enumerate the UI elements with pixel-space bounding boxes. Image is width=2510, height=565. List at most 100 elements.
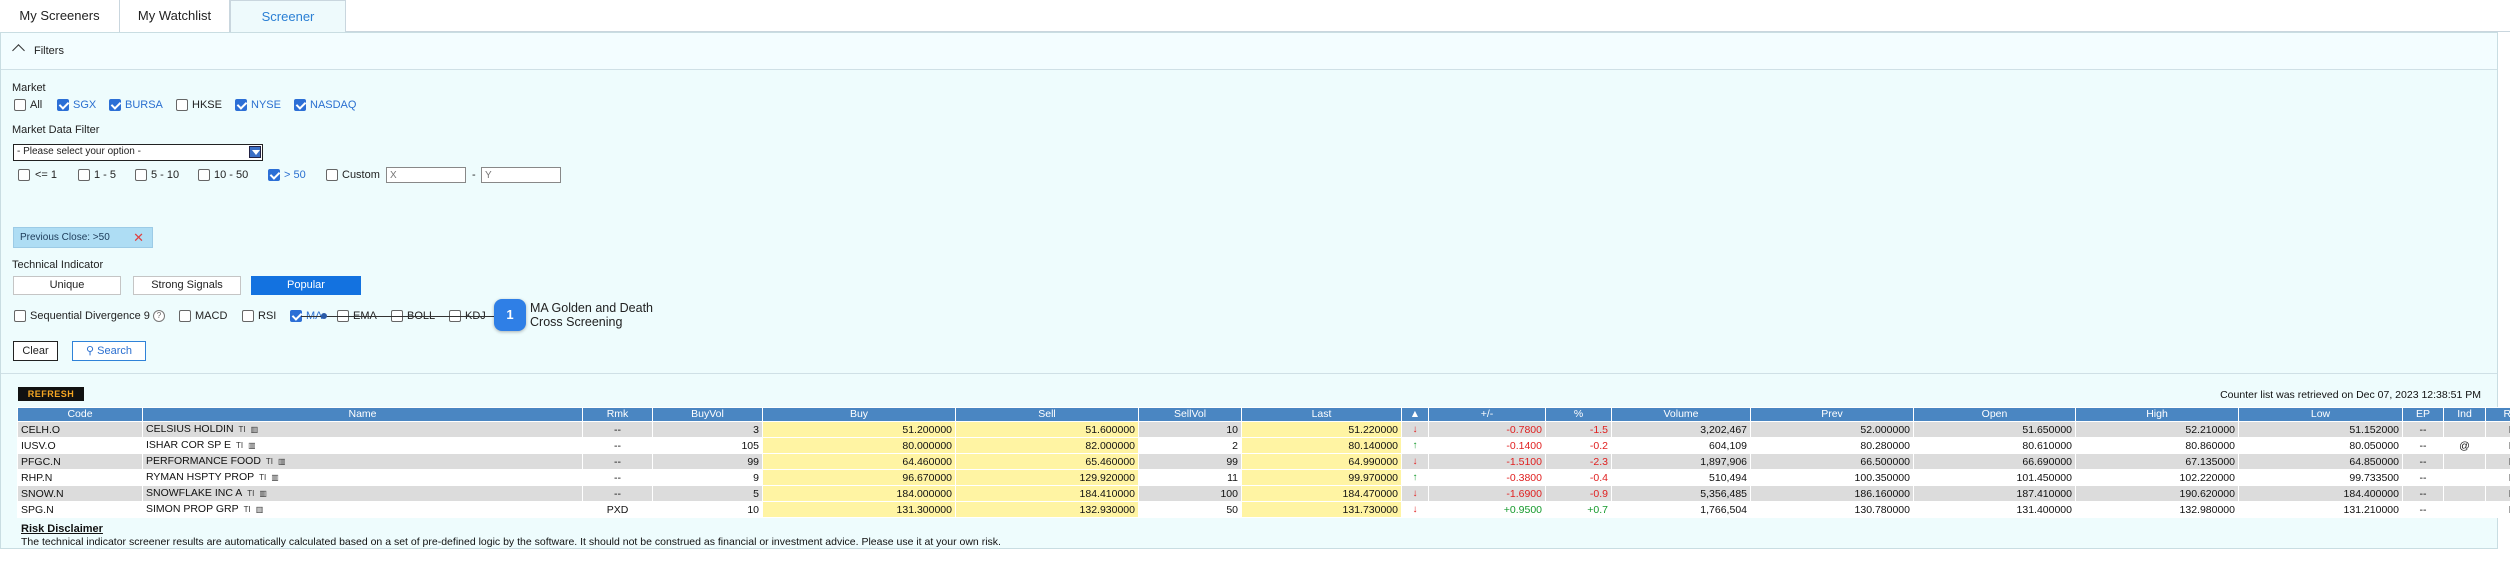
range-10-50-checkbox[interactable] — [198, 169, 210, 181]
chart-icon[interactable]: ▥ — [259, 487, 267, 501]
market-data-select-value: - Please select your option - — [17, 146, 141, 157]
market-nyse-checkbox[interactable] — [235, 99, 247, 111]
clear-button[interactable]: Clear — [13, 341, 58, 361]
filters-toggle[interactable]: Filters — [1, 33, 2497, 70]
col-high[interactable]: High — [2075, 407, 2239, 422]
cell-high: 132.980000 — [2075, 501, 2239, 518]
cell-code[interactable]: IUSV.O — [17, 437, 143, 454]
cell-sellvol: 10 — [1138, 421, 1242, 438]
table-row[interactable]: CELH.O CELSIUS HOLDIN TI ▥ -- 3 51.200000 51.60… — [17, 421, 2510, 438]
cell-sell: 129.920000 — [955, 469, 1139, 486]
chart-icon[interactable]: ▥ — [251, 423, 259, 437]
custom-range-dash: - — [472, 169, 476, 181]
market-data-select[interactable]: - Please select your option - — [13, 144, 263, 161]
market-sgx-checkbox[interactable] — [57, 99, 69, 111]
col-change[interactable]: +/- — [1428, 407, 1546, 422]
custom-y-input[interactable] — [481, 167, 561, 183]
close-icon[interactable]: ✕ — [133, 228, 144, 247]
cell-percent: -0.4 — [1545, 469, 1612, 486]
col-ep[interactable]: EP — [2402, 407, 2444, 422]
refresh-button[interactable]: REFRESH — [18, 387, 84, 401]
market-all-checkbox[interactable] — [14, 99, 26, 111]
cell-name: PERFORMANCE FOOD TI ▥ — [142, 453, 583, 470]
col-sellvol[interactable]: SellVol — [1138, 407, 1242, 422]
market-hkse-checkbox[interactable] — [176, 99, 188, 111]
cell-sell: 184.410000 — [955, 485, 1139, 502]
cell-code[interactable]: PFGC.N — [17, 453, 143, 470]
range-gt50-checkbox[interactable] — [268, 169, 280, 181]
risk-disclaimer-title: Risk Disclaimer — [21, 523, 103, 535]
col-open[interactable]: Open — [1913, 407, 2076, 422]
range-1-5-checkbox[interactable] — [78, 169, 90, 181]
col-code[interactable]: Code — [17, 407, 143, 422]
filters-title: Filters — [34, 45, 64, 57]
col-percent[interactable]: % — [1545, 407, 1612, 422]
stock-name[interactable]: CELSIUS HOLDIN — [146, 423, 234, 435]
cell-code[interactable]: CELH.O — [17, 421, 143, 438]
col-volume[interactable]: Volume — [1611, 407, 1751, 422]
technical-info-icon[interactable]: TI — [239, 423, 246, 437]
stock-name[interactable]: PERFORMANCE FOOD — [146, 455, 261, 467]
tab-my-screeners[interactable]: My Screeners — [0, 0, 120, 32]
range-le1-checkbox[interactable] — [18, 169, 30, 181]
market-nasdaq-checkbox[interactable] — [294, 99, 306, 111]
search-button[interactable]: ⚲ Search — [72, 341, 146, 361]
chart-icon[interactable]: ▥ — [278, 455, 286, 469]
market-bursa-checkbox[interactable] — [109, 99, 121, 111]
col-prev[interactable]: Prev — [1750, 407, 1914, 422]
cell-name: CELSIUS HOLDIN TI ▥ — [142, 421, 583, 438]
col-sell[interactable]: Sell — [955, 407, 1139, 422]
tab-my-watchlist[interactable]: My Watchlist — [120, 0, 230, 32]
col-name[interactable]: Name — [142, 407, 583, 422]
col-direction[interactable]: ▲ — [1401, 407, 1429, 422]
col-ind[interactable]: Ind — [2443, 407, 2486, 422]
indicator-macd-checkbox[interactable] — [179, 310, 191, 322]
table-row[interactable]: SPG.N SIMON PROP GRP TI ▥ PXD 10 131.300000 132… — [17, 501, 2510, 518]
segment-strong-signals[interactable]: Strong Signals — [133, 276, 241, 295]
cell-name: SIMON PROP GRP TI ▥ — [142, 501, 583, 518]
cell-code[interactable]: SPG.N — [17, 501, 143, 518]
segment-popular[interactable]: Popular — [251, 276, 361, 295]
stock-name[interactable]: SIMON PROP GRP — [146, 503, 239, 515]
cell-code[interactable]: SNOW.N — [17, 485, 143, 502]
range-custom-checkbox[interactable] — [326, 169, 338, 181]
cell-percent: -1.5 — [1545, 421, 1612, 438]
chart-icon[interactable]: ▥ — [256, 503, 264, 517]
col-buyvol[interactable]: BuyVol — [652, 407, 763, 422]
chart-icon[interactable]: ▥ — [271, 471, 279, 485]
cell-change: +0.9500 — [1428, 501, 1546, 518]
tab-screener[interactable]: Screener — [230, 0, 346, 33]
stock-name[interactable]: RYMAN HSPTY PROP — [146, 471, 254, 483]
cell-high: 67.135000 — [2075, 453, 2239, 470]
col-rmk[interactable]: Rmk — [582, 407, 653, 422]
indicator-rsi-checkbox[interactable] — [242, 310, 254, 322]
table-row[interactable]: SNOW.N SNOWFLAKE INC A TI ▥ -- 5 184.000000 184… — [17, 485, 2510, 502]
cell-ind: @ — [2443, 437, 2486, 454]
col-low[interactable]: Low — [2238, 407, 2403, 422]
chart-icon[interactable]: ▥ — [248, 439, 256, 453]
table-row[interactable]: PFGC.N PERFORMANCE FOOD TI ▥ -- 99 64.460000 65… — [17, 453, 2510, 470]
segment-unique[interactable]: Unique — [13, 276, 121, 295]
technical-info-icon[interactable]: TI — [266, 455, 273, 469]
col-rd[interactable]: R/D — [2485, 407, 2510, 422]
indicator-seqdiv9-checkbox[interactable] — [14, 310, 26, 322]
cell-code[interactable]: RHP.N — [17, 469, 143, 486]
cell-high: 52.210000 — [2075, 421, 2239, 438]
col-last[interactable]: Last — [1241, 407, 1402, 422]
cell-direction: ↓ — [1401, 485, 1429, 502]
col-buy[interactable]: Buy — [762, 407, 956, 422]
technical-info-icon[interactable]: TI — [247, 487, 254, 501]
table-row[interactable]: IUSV.O ISHAR COR SP E TI ▥ -- 105 80.000000 82.… — [17, 437, 2510, 454]
help-icon[interactable]: ? — [153, 310, 165, 322]
custom-x-input[interactable] — [386, 167, 466, 183]
range-5-10-checkbox[interactable] — [135, 169, 147, 181]
technical-info-icon[interactable]: TI — [236, 439, 243, 453]
stock-name[interactable]: SNOWFLAKE INC A — [146, 487, 242, 499]
cell-low: 99.733500 — [2238, 469, 2403, 486]
cell-last: 64.990000 — [1241, 453, 1402, 470]
technical-info-icon[interactable]: TI — [244, 503, 251, 517]
technical-info-icon[interactable]: TI — [259, 471, 266, 485]
stock-name[interactable]: ISHAR COR SP E — [146, 439, 231, 451]
cell-low: 51.152000 — [2238, 421, 2403, 438]
table-row[interactable]: RHP.N RYMAN HSPTY PROP TI ▥ -- 9 96.670000 129.… — [17, 469, 2510, 486]
